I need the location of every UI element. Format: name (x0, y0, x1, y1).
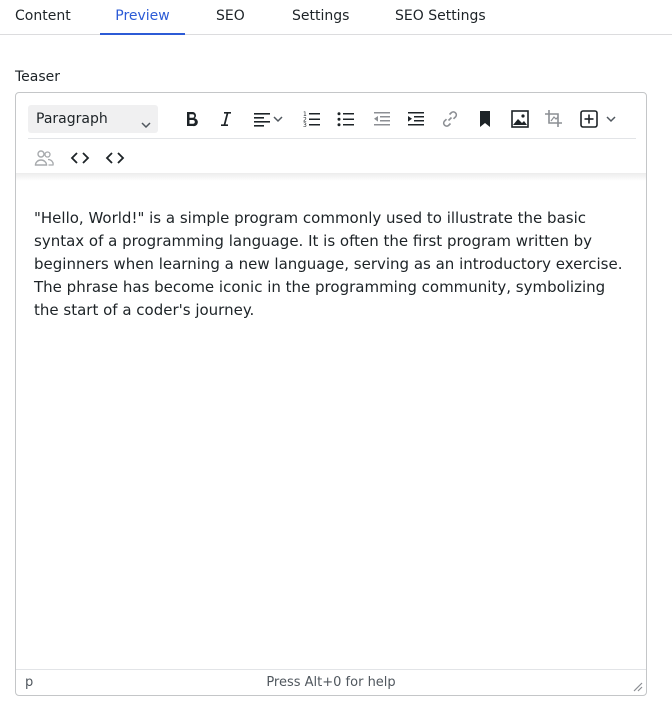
bulleted-list-button[interactable] (332, 105, 360, 133)
chevron-down-icon (605, 113, 617, 125)
numbered-list-button[interactable]: 123 (298, 105, 326, 133)
tab-seo[interactable]: SEO (216, 0, 245, 35)
image-button[interactable] (506, 105, 534, 133)
toolbar-divider (16, 173, 646, 181)
teaser-label: Teaser (15, 69, 61, 85)
editor-content-area[interactable]: "Hello, World!" is a simple program comm… (34, 207, 629, 322)
format-select-value: Paragraph (36, 111, 108, 127)
code-icon (105, 148, 125, 168)
link-icon (440, 109, 460, 129)
editor-statusbar: p Press Alt+0 for help (16, 669, 646, 695)
crop-button[interactable] (540, 105, 568, 133)
outdent-icon (372, 109, 392, 129)
crop-icon (544, 109, 564, 129)
svg-text:3: 3 (303, 122, 307, 129)
bold-icon (182, 109, 202, 129)
bookmark-icon (475, 109, 495, 129)
insert-icon (579, 109, 599, 129)
help-hint: Press Alt+0 for help (266, 675, 396, 690)
insert-dropdown-button[interactable] (576, 105, 620, 133)
paragraph-format-select[interactable]: Paragraph (28, 105, 158, 133)
source-code-icon (70, 148, 90, 168)
users-icon (34, 148, 54, 168)
code-button[interactable] (101, 144, 129, 172)
outdent-button[interactable] (368, 105, 396, 133)
tab-bar: Content Preview SEO Settings SEO Setting… (0, 0, 672, 35)
source-code-button[interactable] (66, 144, 94, 172)
link-button[interactable] (436, 105, 464, 133)
toolbar-row-secondary (28, 140, 636, 176)
resize-handle-icon[interactable] (631, 680, 643, 692)
bookmark-button[interactable] (471, 105, 499, 133)
align-left-icon (252, 109, 272, 129)
italic-icon (216, 109, 236, 129)
toolbar-row-primary: Paragraph 1 2 3 (28, 101, 636, 139)
numbered-list-icon: 123 (302, 109, 322, 129)
chevron-down-icon (140, 113, 152, 141)
users-button[interactable] (30, 144, 58, 172)
italic-button[interactable] (212, 105, 240, 133)
tab-settings[interactable]: Settings (292, 0, 349, 35)
indent-button[interactable] (402, 105, 430, 133)
tab-seo-settings[interactable]: SEO Settings (395, 0, 486, 35)
rich-text-editor: Paragraph 1 2 3 "Hello, World!" is a sim… (15, 92, 647, 696)
image-icon (510, 109, 530, 129)
tab-preview[interactable]: Preview (100, 0, 185, 35)
chevron-down-icon (272, 113, 284, 125)
tab-content[interactable]: Content (15, 0, 71, 35)
editor-toolbar: Paragraph 1 2 3 (28, 101, 636, 181)
indent-icon (406, 109, 426, 129)
bold-button[interactable] (178, 105, 206, 133)
bulleted-list-icon (336, 109, 356, 129)
align-dropdown-button[interactable] (248, 105, 288, 133)
